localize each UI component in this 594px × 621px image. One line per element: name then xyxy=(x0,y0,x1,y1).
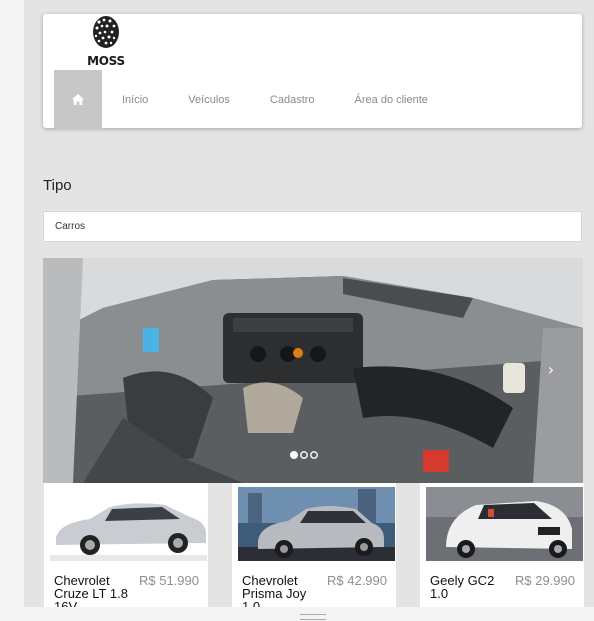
home-icon xyxy=(72,94,84,105)
nav-item-inicio[interactable]: Início xyxy=(102,70,168,129)
vehicle-price: R$ 51.990 xyxy=(139,573,199,588)
brain-logo-icon xyxy=(93,16,119,48)
carousel-dot-3[interactable] xyxy=(310,451,318,459)
carousel-indicators xyxy=(24,447,594,465)
vehicle-card[interactable]: Geely GC2 1.0 R$ 29.990 xyxy=(420,483,584,607)
nav-item-cadastro[interactable]: Cadastro xyxy=(250,70,335,129)
drag-handle-icon[interactable] xyxy=(300,614,326,620)
vehicle-name: Chevrolet Prisma Joy 1.0 xyxy=(242,573,307,607)
carousel-dot-1[interactable] xyxy=(290,451,298,459)
type-select[interactable]: Carros xyxy=(43,211,582,242)
nav-item-area-cliente[interactable]: Área do cliente xyxy=(335,70,448,129)
vehicle-price: R$ 42.990 xyxy=(327,573,387,588)
nav-item-veiculos[interactable]: Veículos xyxy=(168,70,250,129)
vehicle-name: Chevrolet Cruze LT 1.8 16V xyxy=(54,573,128,607)
type-filter-label: Tipo xyxy=(43,177,72,194)
chevron-right-icon: › xyxy=(547,360,555,379)
carousel-dot-2[interactable] xyxy=(300,451,308,459)
vehicle-image xyxy=(426,487,583,561)
vehicle-image xyxy=(50,487,207,561)
vehicle-card[interactable]: Chevrolet Cruze LT 1.8 16V R$ 51.990 xyxy=(44,483,208,607)
vehicle-card[interactable]: Chevrolet Prisma Joy 1.0 R$ 42.990 xyxy=(232,483,396,607)
brand-logo[interactable]: MOSS xyxy=(87,14,125,70)
brand-name: MOSS xyxy=(87,54,125,68)
nav-home-button[interactable] xyxy=(54,70,102,129)
vehicle-name: Geely GC2 1.0 xyxy=(430,573,495,601)
carousel-next-button[interactable]: › xyxy=(541,358,561,382)
main-nav: Início Veículos Cadastro Área do cliente xyxy=(54,70,448,129)
page-background: MOSS Início Veículos Cadastro Área do cl… xyxy=(24,0,594,607)
vehicle-image xyxy=(238,487,395,561)
carousel-dots xyxy=(290,451,318,459)
vehicle-price: R$ 29.990 xyxy=(515,573,575,588)
site-header: MOSS Início Veículos Cadastro Área do cl… xyxy=(43,14,582,129)
vehicle-list: Chevrolet Cruze LT 1.8 16V R$ 51.990 Che… xyxy=(43,483,584,607)
